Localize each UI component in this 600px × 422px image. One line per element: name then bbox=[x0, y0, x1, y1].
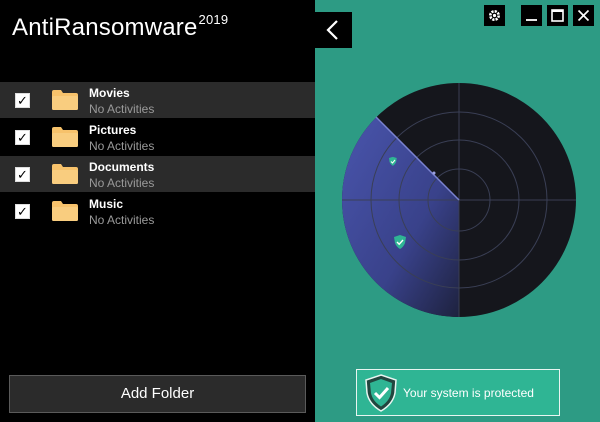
folder-status: No Activities bbox=[89, 139, 155, 153]
folder-status: No Activities bbox=[89, 176, 155, 190]
back-button[interactable] bbox=[315, 12, 352, 48]
minimize-button[interactable] bbox=[520, 4, 543, 27]
close-icon bbox=[577, 9, 590, 22]
close-button[interactable] bbox=[572, 4, 595, 27]
folder-checkbox-movies[interactable]: ✓ bbox=[15, 93, 30, 108]
app-title-year: 2019 bbox=[198, 12, 229, 27]
folder-checkbox-music[interactable]: ✓ bbox=[15, 204, 30, 219]
folder-checkbox-pictures[interactable]: ✓ bbox=[15, 130, 30, 145]
folder-name: Pictures bbox=[89, 123, 137, 137]
maximize-icon bbox=[551, 9, 564, 22]
folder-status: No Activities bbox=[89, 213, 155, 227]
folder-row-documents[interactable]: ✓ Documents No Activities bbox=[0, 156, 315, 192]
protection-status-text: Your system is protected bbox=[403, 386, 534, 400]
left-panel: AntiRansomware2019 ✓ Movies No Activitie… bbox=[0, 0, 315, 422]
folder-row-movies[interactable]: ✓ Movies No Activities bbox=[0, 82, 315, 118]
radar-scanner bbox=[342, 83, 576, 317]
maximize-button[interactable] bbox=[546, 4, 569, 27]
folder-name: Music bbox=[89, 197, 124, 211]
app-title: AntiRansomware2019 bbox=[12, 12, 229, 42]
app-title-text: AntiRansomware bbox=[12, 14, 198, 41]
folder-icon bbox=[52, 127, 78, 147]
protection-status-panel: Your system is protected bbox=[356, 369, 560, 416]
folder-status: No Activities bbox=[89, 102, 155, 116]
folder-icon bbox=[52, 164, 78, 184]
folder-row-pictures[interactable]: ✓ Pictures No Activities bbox=[0, 119, 315, 155]
folder-checkbox-documents[interactable]: ✓ bbox=[15, 167, 30, 182]
folder-name: Documents bbox=[89, 160, 155, 174]
folder-icon bbox=[52, 201, 78, 221]
settings-button[interactable] bbox=[483, 4, 506, 27]
minimize-icon bbox=[526, 19, 537, 21]
gear-icon bbox=[489, 10, 500, 21]
shield-check-icon bbox=[365, 374, 397, 412]
folder-row-music[interactable]: ✓ Music No Activities bbox=[0, 193, 315, 229]
folder-icon bbox=[52, 90, 78, 110]
right-panel: Your system is protected bbox=[315, 0, 600, 422]
folder-name: Movies bbox=[89, 86, 130, 100]
add-folder-button[interactable]: Add Folder bbox=[9, 375, 306, 413]
chevron-left-icon bbox=[326, 20, 338, 40]
